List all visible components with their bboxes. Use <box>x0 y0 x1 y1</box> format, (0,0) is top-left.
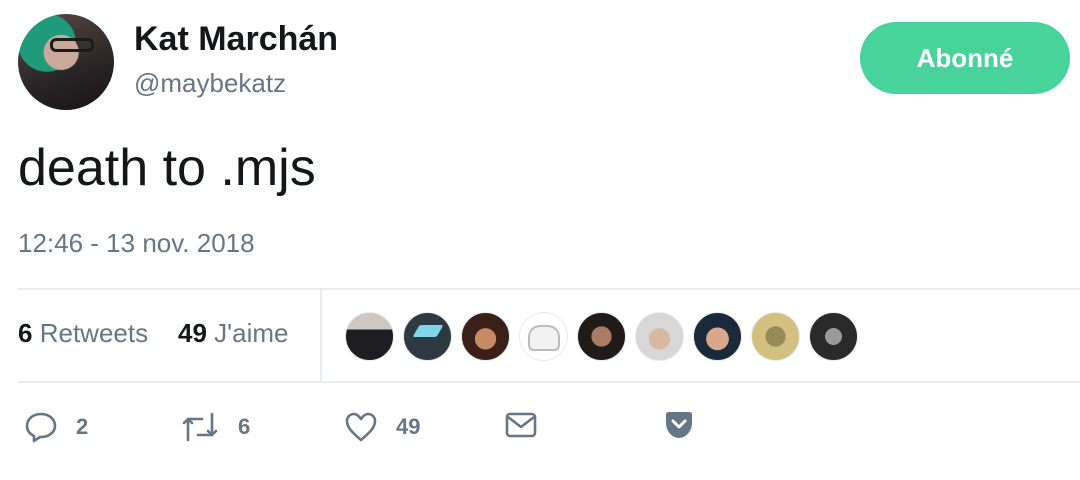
tweet-text: death to .mjs <box>18 139 316 197</box>
tweet-timestamp[interactable]: 12:46 - 13 nov. 2018 <box>18 228 255 259</box>
liker-avatars <box>345 312 858 361</box>
retweet-action[interactable]: 6 <box>180 410 250 444</box>
liker-avatar[interactable] <box>519 312 568 361</box>
likes-count: 49 <box>178 318 207 348</box>
envelope-icon[interactable] <box>504 410 538 440</box>
retweet-icon[interactable] <box>180 410 220 444</box>
stats-top-divider <box>18 288 1080 290</box>
likes-stat[interactable]: 49 J'aime <box>178 318 288 349</box>
liker-avatar[interactable] <box>809 312 858 361</box>
user-handle[interactable]: @maybekatz <box>134 68 286 99</box>
reply-action[interactable]: 2 <box>24 410 88 444</box>
liker-avatar[interactable] <box>461 312 510 361</box>
following-button[interactable]: Abonné <box>860 22 1070 94</box>
likes-label: J'aime <box>214 318 289 348</box>
reply-icon[interactable] <box>24 410 58 444</box>
liker-avatar[interactable] <box>345 312 394 361</box>
liker-avatar[interactable] <box>693 312 742 361</box>
liker-avatar[interactable] <box>751 312 800 361</box>
reply-count: 2 <box>76 414 89 439</box>
liker-avatar[interactable] <box>577 312 626 361</box>
retweets-count: 6 <box>18 318 33 348</box>
like-action[interactable]: 49 <box>344 410 420 444</box>
liker-avatar[interactable] <box>635 312 684 361</box>
display-name[interactable]: Kat Marchán <box>134 20 338 59</box>
stats-bottom-divider <box>18 381 1080 383</box>
pocket-action[interactable] <box>664 410 694 440</box>
retweets-stat[interactable]: 6 Retweets <box>18 318 148 349</box>
retweets-label: Retweets <box>39 318 149 348</box>
avatar-glasses <box>50 38 94 52</box>
profile-avatar[interactable] <box>18 14 114 110</box>
direct-message-action[interactable] <box>504 410 538 440</box>
retweet-count: 6 <box>238 414 251 439</box>
like-count: 49 <box>396 414 421 439</box>
liker-avatar[interactable] <box>403 312 452 361</box>
heart-icon[interactable] <box>344 410 378 444</box>
pocket-icon[interactable] <box>664 410 694 440</box>
stats-vertical-divider <box>320 290 322 382</box>
